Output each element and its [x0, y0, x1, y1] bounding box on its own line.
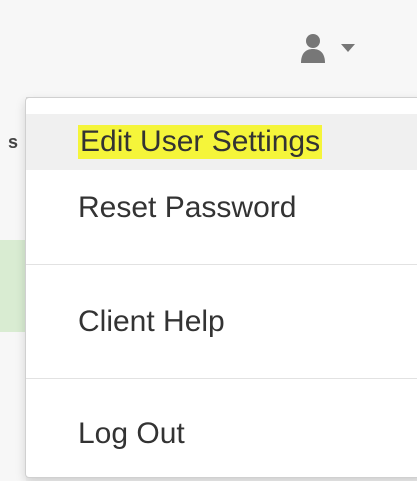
top-navbar: [0, 0, 417, 98]
menu-item-label: Log Out: [78, 417, 185, 450]
user-dropdown-menu: Edit User Settings Reset Password Client…: [25, 97, 417, 478]
menu-item-label: Edit User Settings: [78, 125, 323, 159]
menu-item-label: Client Help: [78, 305, 225, 338]
menu-item-client-help[interactable]: Client Help: [26, 294, 417, 350]
user-icon: [300, 32, 326, 64]
user-menu-toggle[interactable]: [300, 26, 382, 70]
menu-item-reset-password[interactable]: Reset Password: [26, 180, 417, 236]
menu-divider: [26, 378, 417, 379]
page: s Edit User Settings Reset Password Clie…: [0, 0, 417, 481]
background-text: s: [8, 132, 19, 152]
menu-item-edit-user-settings[interactable]: Edit User Settings: [26, 114, 417, 170]
menu-item-label: Reset Password: [78, 191, 297, 224]
menu-divider: [26, 264, 417, 265]
caret-down-icon: [340, 43, 356, 53]
background-highlight-band: [0, 240, 26, 332]
menu-item-log-out[interactable]: Log Out: [26, 406, 417, 462]
